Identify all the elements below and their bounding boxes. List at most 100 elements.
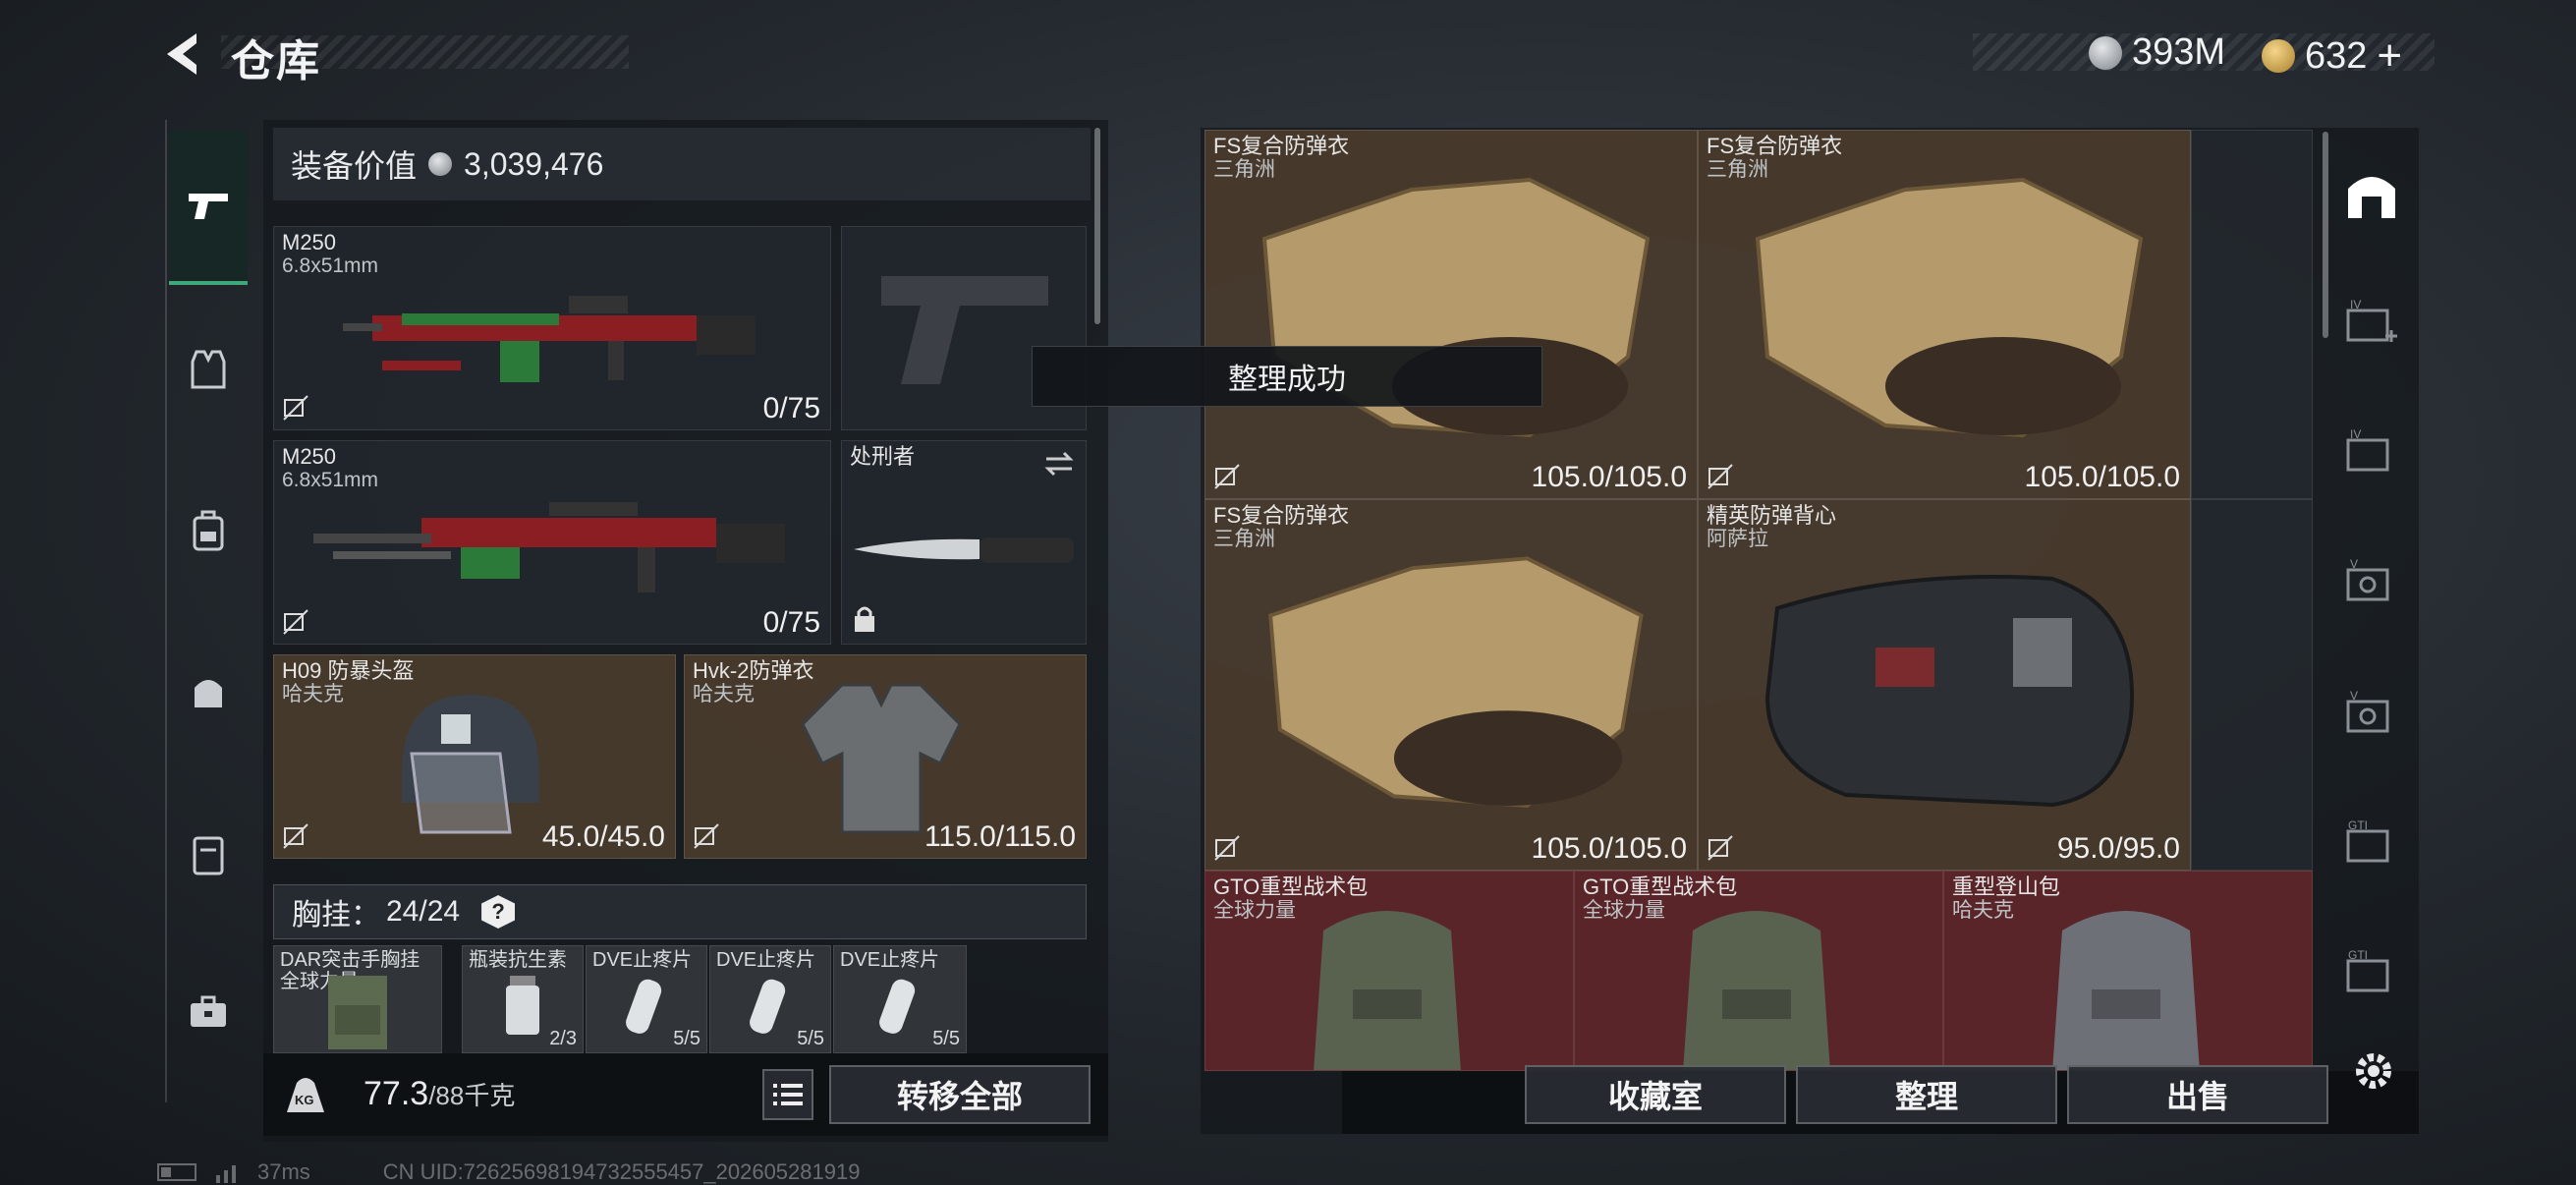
storage-item[interactable]: 重型登山包 哈夫克 [1943, 871, 2313, 1071]
unequip-icon [1708, 835, 1733, 861]
armor-brand: 哈夫克 [693, 683, 755, 705]
sidebar-helmet-tab[interactable] [169, 650, 248, 729]
unequip-icon [283, 609, 308, 635]
item-name: DVE止疼片 [840, 949, 940, 971]
unequip-icon [1214, 835, 1240, 861]
page-title: 仓库 [231, 37, 321, 85]
sell-button[interactable]: 出售 [2067, 1065, 2328, 1124]
swap-icon[interactable] [1042, 449, 1076, 479]
right-tab-2[interactable]: IV [2334, 417, 2409, 491]
unequip-icon [283, 823, 308, 849]
pill-tube-icon [879, 979, 916, 1034]
armor-slot[interactable]: Hvk-2防弹衣 哈夫克 115.0/115.0 [684, 654, 1087, 859]
sort-button[interactable]: 整理 [1796, 1065, 2057, 1124]
chest-rig-count: 24/24 [386, 895, 461, 928]
rig-item-painkiller[interactable]: DVE止疼片 5/5 [833, 945, 967, 1053]
item-durability: 95.0/95.0 [2056, 832, 2180, 865]
riot-helmet-icon [402, 695, 539, 834]
sidebar-weapon-tab[interactable] [169, 130, 248, 285]
heavy-armor-icon [801, 683, 962, 834]
secondary-weapon-slot[interactable]: M250 6.8x51mm 0/75 [273, 440, 831, 645]
rig-item-painkiller[interactable]: DVE止疼片 5/5 [586, 945, 707, 1053]
transfer-all-button[interactable]: 转移全部 [829, 1065, 1091, 1124]
storage-empty-cell[interactable] [2191, 499, 2313, 871]
primary-weapon-slot[interactable]: M250 6.8x51mm 0/75 [273, 226, 831, 430]
list-view-button[interactable] [762, 1069, 813, 1120]
storage-scrollbar[interactable] [2323, 132, 2328, 338]
knife-icon [854, 537, 1074, 563]
storage-box-icon: IV [2346, 427, 2389, 472]
item-name: DVE止疼片 [592, 949, 693, 971]
right-tab-4[interactable]: V [2334, 678, 2409, 753]
loadout-scrollbar[interactable] [1094, 128, 1100, 324]
storage-item[interactable]: FS复合防弹衣 三角洲 105.0/105.0 [1204, 499, 1698, 871]
storage-item[interactable]: FS复合防弹衣 三角洲 105.0/105.0 [1698, 130, 2191, 499]
right-tab-all[interactable] [2334, 157, 2409, 232]
storage-box-icon: V [2346, 689, 2389, 733]
collection-room-button[interactable]: 收藏室 [1525, 1065, 1786, 1124]
sidebar-toolbox-tab[interactable] [169, 973, 248, 1051]
helmet-brand: 哈夫克 [282, 683, 344, 705]
storage-empty-cell[interactable] [2191, 130, 2313, 499]
rig-item-painkiller[interactable]: DVE止疼片 5/5 [709, 945, 831, 1053]
storage-box-icon: GTI [2346, 818, 2389, 863]
mountain-backpack-icon [2052, 911, 2200, 1070]
tactical-backpack-icon [1314, 911, 1461, 1070]
chest-rig-label: 胸挂： [292, 899, 380, 931]
elite-vest-icon [1764, 575, 2134, 808]
m250-rifle-icon [343, 296, 756, 382]
right-tab-6[interactable]: GTI [2334, 937, 2409, 1012]
right-tab-1[interactable]: IV [2334, 287, 2409, 362]
equipment-value-bar: 装备价值 3,039,476 [273, 128, 1091, 200]
battery-icon [157, 1163, 196, 1181]
chest-rig-icon [328, 976, 387, 1049]
status-bar: 37ms CN UID:7262569819473255545​7_202605… [157, 1159, 860, 1185]
right-tab-5[interactable]: GTI [2334, 808, 2409, 882]
right-tab-3[interactable]: V [2334, 546, 2409, 621]
sidebar-backpack-tab[interactable] [169, 491, 248, 570]
weight-value: 77.3 [364, 1075, 429, 1112]
pill-tube-icon [626, 979, 662, 1034]
helmet-slot[interactable]: H09 防暴头盔 哈夫克 45.0/45.0 [273, 654, 676, 859]
currency-gold[interactable]: 632 + [2262, 31, 2402, 81]
ping-text: 37ms [257, 1159, 310, 1184]
silver-coin-icon [428, 152, 453, 176]
weight-readout: 77.3 /88千克 [364, 1075, 515, 1113]
tactical-backpack-icon [1683, 911, 1830, 1070]
back-button[interactable] [157, 28, 206, 81]
camo-vest-icon [1755, 177, 2144, 438]
add-currency-button[interactable]: + [2377, 31, 2402, 81]
help-icon[interactable]: ? [481, 895, 516, 929]
sidebar-container-tab[interactable] [169, 816, 248, 894]
lock-icon [855, 606, 874, 632]
case-icon [193, 836, 224, 875]
weight-icon: KG [283, 1073, 328, 1114]
storage-expand-icon: IV [2346, 298, 2397, 342]
currency-silver[interactable]: 393M [2089, 31, 2225, 74]
melee-slot[interactable]: 处刑者 [841, 440, 1087, 645]
helmet-durability: 45.0/45.0 [541, 820, 665, 853]
storage-item[interactable]: 精英防弹背心 阿萨拉 95.0/95.0 [1698, 499, 2191, 871]
item-brand: 哈夫克 [1952, 899, 2014, 922]
rig-item-chest-rig[interactable]: DAR突击手胸挂 全球力量 [273, 945, 442, 1053]
item-durability: 105.0/105.0 [2024, 461, 2180, 493]
item-name: 精英防弹背心 [1707, 503, 1837, 528]
item-count: 2/3 [549, 1028, 577, 1049]
storage-item[interactable]: FS复合防弹衣 三角洲 105.0/105.0 [1204, 130, 1698, 499]
storage-item[interactable]: GTO重型战术包 全球力量 [1204, 871, 1574, 1071]
uid-text: CN UID:7262569819473255545​7_20260528191… [382, 1159, 861, 1184]
settings-button[interactable] [2336, 1034, 2411, 1108]
item-brand: 全球力量 [1213, 899, 1296, 922]
item-count: 5/5 [673, 1028, 700, 1049]
storage-item[interactable]: GTO重型战术包 全球力量 [1574, 871, 1943, 1071]
kg-label: KG [295, 1093, 314, 1107]
equipment-value-label: 装备价值 [291, 148, 418, 184]
chest-rig-header: 胸挂： 24/24 ? [273, 884, 1087, 939]
unequip-icon [1708, 464, 1733, 489]
rig-item-antibiotic[interactable]: 瓶装抗生素 2/3 [462, 945, 584, 1053]
svg-text:GTI: GTI [2348, 818, 2368, 832]
camo-vest-icon [1261, 177, 1651, 438]
weapon-name: M250 [282, 444, 337, 469]
sidebar-armor-tab[interactable] [169, 330, 248, 409]
backpack-icon [193, 510, 224, 551]
